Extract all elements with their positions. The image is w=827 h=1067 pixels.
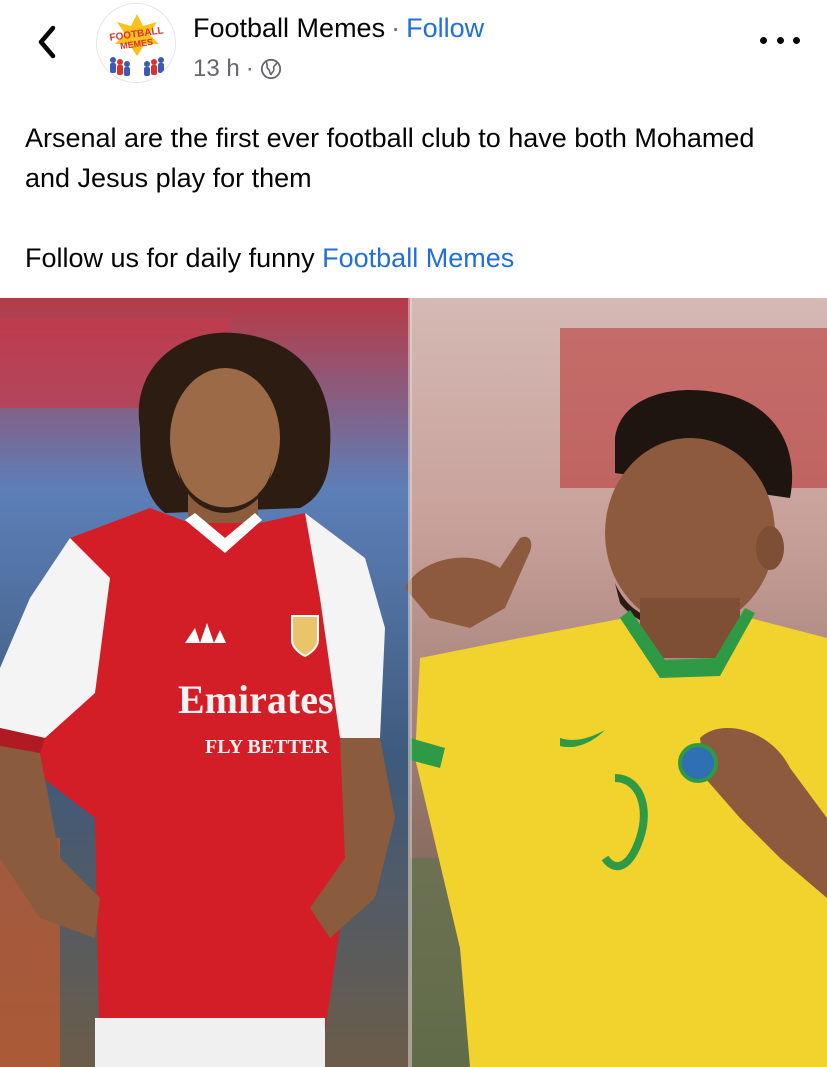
photo-illustration: Emirates FLY BETTER	[0, 298, 827, 1067]
football-memes-link[interactable]: Football Memes	[322, 243, 514, 273]
post-text-line2: Follow us for daily funny Football Memes	[25, 238, 805, 278]
globe-icon[interactable]	[260, 58, 282, 80]
chevron-left-icon	[38, 25, 56, 59]
post-text-line1: Arsenal are the first ever football club…	[25, 123, 755, 193]
left-shirt-sponsor-line2: FLY BETTER	[205, 736, 329, 758]
back-button[interactable]	[30, 22, 64, 62]
page-name-link[interactable]: Football Memes	[193, 13, 385, 43]
post-timestamp[interactable]: 13 h	[193, 54, 240, 84]
post-photo[interactable]: Emirates FLY BETTER	[0, 298, 827, 1067]
name-separator: ·	[391, 13, 401, 43]
page-name-line: Football Memes · Follow	[193, 11, 484, 45]
meta-separator: ·	[245, 55, 254, 82]
page-avatar[interactable]: FOOTBALL MEMES	[96, 3, 176, 83]
more-dot	[776, 36, 784, 44]
follow-button[interactable]: Follow	[406, 13, 484, 43]
more-dot	[793, 36, 800, 44]
left-shirt-sponsor-line1: Emirates	[178, 677, 334, 722]
more-options-button[interactable]	[760, 30, 800, 50]
post-header: FOOTBALL MEMES Football Memes · Follow 13 …	[0, 0, 827, 100]
post-meta: 13 h ·	[193, 54, 282, 84]
post-text-line2-prefix: Follow us for daily funny	[25, 243, 323, 273]
more-dot	[760, 36, 767, 44]
post-body: Arsenal are the first ever football club…	[25, 118, 805, 278]
football-memes-logo: FOOTBALL MEMES	[97, 4, 175, 82]
